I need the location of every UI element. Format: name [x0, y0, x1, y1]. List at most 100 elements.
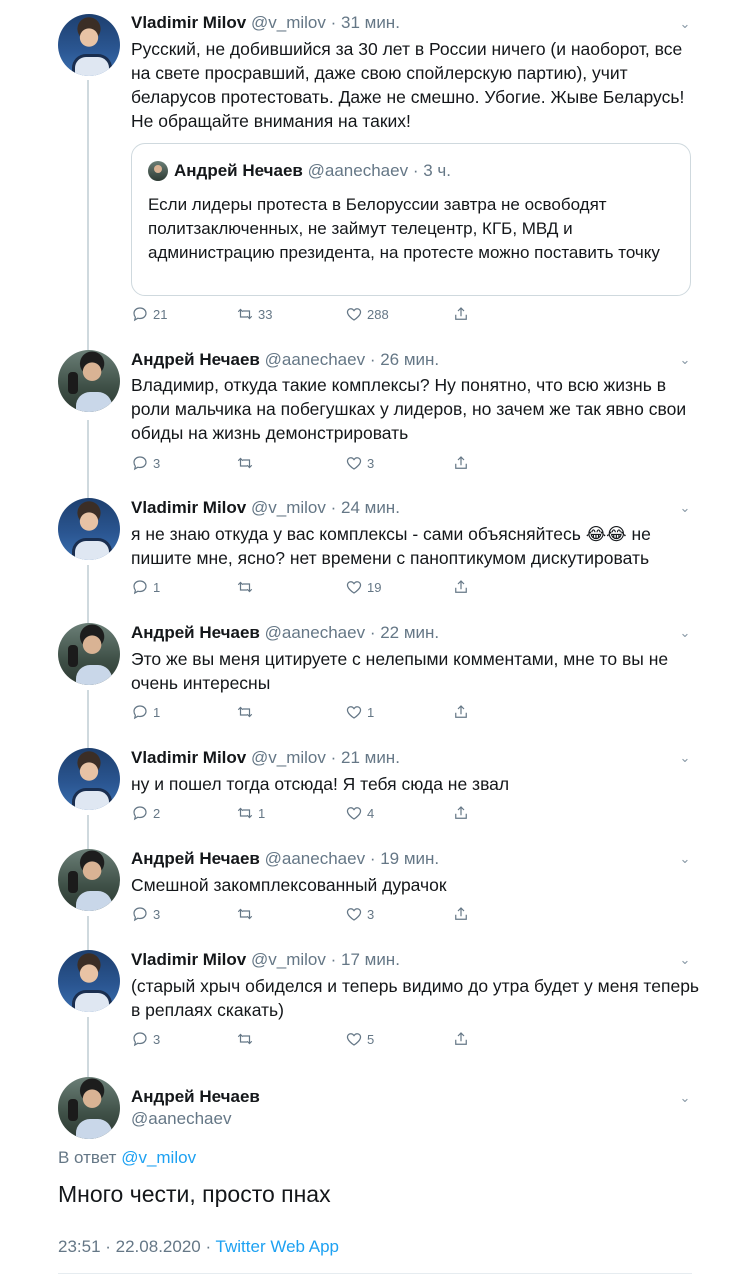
- like-button[interactable]: 1: [345, 703, 374, 721]
- reply-count: 21: [153, 306, 168, 322]
- retweet-icon: [237, 1033, 253, 1045]
- author-name[interactable]: Андрей Нечаев: [131, 849, 260, 868]
- share-button[interactable]: [452, 1030, 470, 1048]
- author-name[interactable]: Vladimir Milov: [131, 498, 246, 517]
- avatar: [148, 161, 168, 181]
- share-button[interactable]: [452, 905, 470, 923]
- reply-to-link[interactable]: @v_milov: [121, 1148, 196, 1167]
- share-icon: [455, 1032, 467, 1045]
- reply-button[interactable]: 2: [131, 804, 160, 822]
- author-handle[interactable]: @v_milov: [251, 748, 326, 767]
- retweet-button[interactable]: 33: [236, 305, 272, 323]
- author-handle[interactable]: @aanechaev: [265, 623, 365, 642]
- author-name[interactable]: Андрей Нечаев: [131, 623, 260, 642]
- like-button[interactable]: 19: [345, 578, 381, 596]
- chevron-down-icon[interactable]: ⌄: [678, 17, 692, 31]
- tweet-time[interactable]: · 17 мин.: [331, 950, 400, 969]
- retweet-count: 1: [258, 805, 266, 821]
- thread-line: [87, 690, 89, 750]
- share-button[interactable]: [452, 305, 470, 323]
- tweet-text: (старый хрыч обиделся и теперь видимо до…: [131, 976, 700, 1020]
- author-name[interactable]: Vladimir Milov: [131, 950, 246, 969]
- avatar[interactable]: [58, 950, 120, 1012]
- author-name[interactable]: Vladimir Milov: [131, 748, 246, 767]
- retweet-button[interactable]: [236, 905, 258, 923]
- author-handle[interactable]: @v_milov: [251, 498, 326, 517]
- quoted-tweet[interactable]: Андрей Нечаев @aanechaev · 3 ч. Если лид…: [131, 143, 691, 296]
- chevron-down-icon[interactable]: ⌄: [678, 751, 692, 765]
- chevron-down-icon[interactable]: ⌄: [678, 353, 692, 367]
- share-button[interactable]: [452, 703, 470, 721]
- thread-line: [87, 1017, 89, 1077]
- reply-icon: [133, 705, 147, 720]
- author-handle[interactable]: @aanechaev: [265, 849, 365, 868]
- tweet-time[interactable]: · 19 мин.: [370, 849, 439, 868]
- tweet-time[interactable]: · 21 мин.: [331, 748, 400, 767]
- reply-button[interactable]: 3: [131, 1030, 160, 1048]
- share-icon: [455, 907, 467, 920]
- author-handle[interactable]: @v_milov: [251, 13, 326, 32]
- like-button[interactable]: 4: [345, 804, 374, 822]
- author-name[interactable]: Андрей Нечаев: [131, 350, 260, 369]
- avatar[interactable]: [58, 350, 120, 412]
- retweet-button[interactable]: [236, 454, 258, 472]
- share-button[interactable]: [452, 578, 470, 596]
- author-handle[interactable]: @aanechaev: [131, 1109, 231, 1128]
- share-icon: [455, 580, 467, 593]
- like-count: 5: [367, 1031, 375, 1047]
- chevron-down-icon[interactable]: ⌄: [678, 852, 692, 866]
- reply-context: В ответ @v_milov: [58, 1148, 196, 1168]
- retweet-button[interactable]: [236, 1030, 258, 1048]
- tweet-time[interactable]: · 31 мин.: [331, 13, 400, 32]
- like-button[interactable]: 3: [345, 905, 374, 923]
- tweet-time[interactable]: · 24 мин.: [331, 498, 400, 517]
- author-handle[interactable]: @aanechaev: [265, 350, 365, 369]
- avatar[interactable]: [58, 498, 120, 560]
- retweet-button[interactable]: 1: [236, 804, 265, 822]
- tweet-text: Смешной закомплексованный дурачок: [131, 875, 447, 895]
- reply-button[interactable]: 1: [131, 703, 160, 721]
- reply-prefix: В ответ: [58, 1148, 117, 1167]
- author-name[interactable]: Vladimir Milov: [131, 13, 246, 32]
- avatar[interactable]: [58, 623, 120, 685]
- share-button[interactable]: [452, 804, 470, 822]
- tweet-actions: 1 1: [131, 703, 491, 725]
- thread-line: [87, 815, 89, 853]
- avatar[interactable]: [58, 849, 120, 911]
- author-name[interactable]: Андрей Нечаев: [131, 1087, 260, 1106]
- like-button[interactable]: 288: [345, 305, 389, 323]
- reply-icon: [133, 907, 147, 922]
- reply-button[interactable]: 1: [131, 578, 160, 596]
- like-button[interactable]: 3: [345, 454, 374, 472]
- like-count: 288: [367, 306, 389, 322]
- share-button[interactable]: [452, 454, 470, 472]
- avatar[interactable]: [58, 1077, 120, 1139]
- retweet-button[interactable]: [236, 578, 258, 596]
- heart-icon: [346, 807, 362, 820]
- reply-button[interactable]: 3: [131, 905, 160, 923]
- like-count: 1: [367, 704, 375, 720]
- chevron-down-icon[interactable]: ⌄: [678, 1091, 692, 1105]
- like-button[interactable]: 5: [345, 1030, 374, 1048]
- author-handle[interactable]: @v_milov: [251, 950, 326, 969]
- thread-line: [87, 565, 89, 625]
- chevron-down-icon[interactable]: ⌄: [678, 501, 692, 515]
- chevron-down-icon[interactable]: ⌄: [678, 626, 692, 640]
- retweet-button[interactable]: [236, 703, 258, 721]
- tweet-time[interactable]: · 22 мин.: [370, 623, 439, 642]
- avatar[interactable]: [58, 14, 120, 76]
- heart-icon: [346, 1033, 362, 1046]
- divider: [58, 1273, 692, 1274]
- tweet-datetime[interactable]: 23:51 · 22.08.2020 ·: [58, 1237, 211, 1256]
- reply-count: 1: [153, 704, 161, 720]
- tweet-time[interactable]: · 26 мин.: [370, 350, 439, 369]
- thread-line: [87, 80, 89, 350]
- avatar[interactable]: [58, 748, 120, 810]
- retweet-icon: [237, 457, 253, 469]
- reply-icon: [133, 806, 147, 821]
- reply-button[interactable]: 21: [131, 305, 167, 323]
- chevron-down-icon[interactable]: ⌄: [678, 953, 692, 967]
- source-app-link[interactable]: Twitter Web App: [216, 1237, 339, 1256]
- tweet-text: я не знаю откуда у вас комплексы - сами …: [131, 524, 651, 568]
- reply-button[interactable]: 3: [131, 454, 160, 472]
